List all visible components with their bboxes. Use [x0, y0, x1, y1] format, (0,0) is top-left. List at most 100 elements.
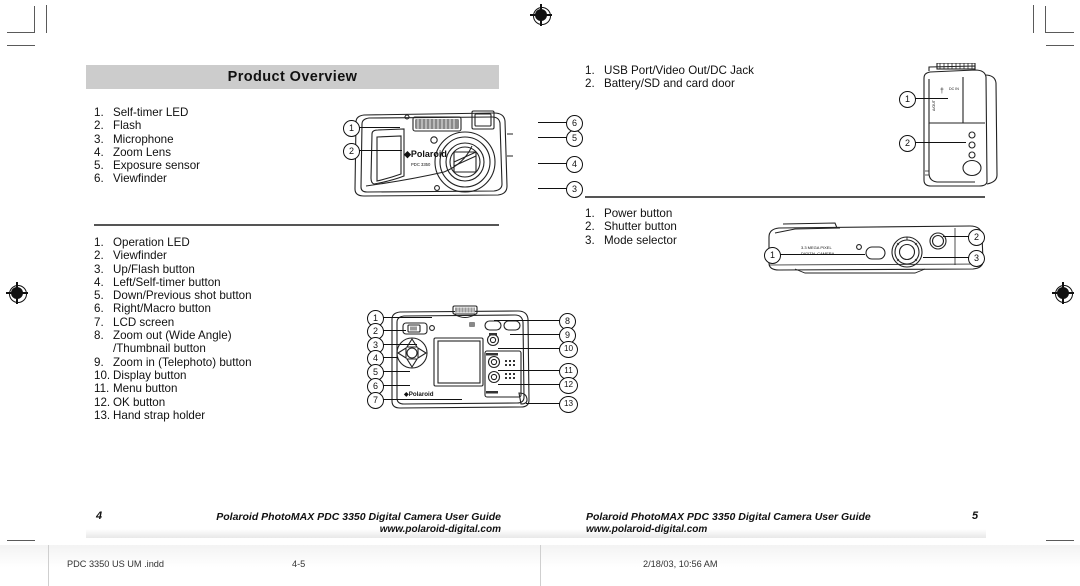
callout-bubble-2: 2	[343, 143, 360, 160]
svg-text:◆Polaroid: ◆Polaroid	[403, 149, 447, 159]
svg-text:3.3 MEGA PIXEL: 3.3 MEGA PIXEL	[801, 245, 832, 250]
caption-item: 1. Self-timer LED	[94, 106, 200, 119]
print-info-bar: PDC 3350 US UM .indd 4-5 2/18/03, 10:56 …	[0, 545, 1080, 586]
caption-item: 2. Battery/SD and card door	[585, 77, 754, 90]
page-number-right: 5	[972, 510, 979, 522]
print-filename: PDC 3350 US UM .indd	[67, 559, 165, 569]
page-title: Product Overview	[227, 69, 358, 85]
page-number-left: 4	[96, 510, 103, 522]
svg-text:◆Polaroid: ◆Polaroid	[403, 391, 434, 398]
caption-label: LCD screen	[113, 315, 175, 329]
caption-item: 2. Flash	[94, 119, 200, 132]
caption-label: Viewfinder	[113, 249, 167, 263]
caption-number: 3.	[585, 233, 595, 247]
caption-item: 1. Operation LED	[94, 236, 252, 249]
front-view-caption-list: 1. Self-timer LED 2. Flash 3. Microphone 4. Zoo…	[94, 106, 200, 186]
callout-bubble-t2: 2	[968, 229, 985, 246]
caption-label: Shutter button	[604, 220, 677, 234]
registration-mark-top	[530, 4, 552, 26]
caption-item: 11. Menu button	[94, 382, 252, 395]
document-spread: Product Overview 1. Self-timer LED 2. Flash…	[0, 0, 1080, 586]
section-divider-right	[585, 196, 985, 198]
caption-number: 2.	[94, 249, 104, 263]
print-spread: 4-5	[292, 559, 306, 569]
caption-item: 12. OK button	[94, 396, 252, 409]
caption-label: Power button	[604, 207, 673, 220]
caption-number: 11.	[94, 382, 110, 396]
caption-number: 6.	[94, 302, 104, 316]
svg-text:DC IN: DC IN	[949, 87, 959, 91]
caption-label: Flash	[113, 119, 142, 133]
caption-number: 6.	[94, 172, 104, 186]
caption-number: 2.	[585, 77, 595, 91]
caption-item: 7. LCD screen	[94, 316, 252, 329]
caption-item: 1. Power button	[585, 207, 677, 220]
caption-item: 4. Zoom Lens	[94, 146, 200, 159]
callout-bubble-4: 4	[566, 156, 583, 173]
caption-item: 1. USB Port/Video Out/DC Jack	[585, 64, 754, 77]
caption-item: 3. Mode selector	[585, 234, 677, 247]
caption-number: 12.	[94, 395, 111, 409]
caption-item: 4. Left/Self-timer button	[94, 276, 252, 289]
caption-label: Microphone	[113, 132, 174, 146]
registration-mark-left	[6, 282, 28, 304]
caption-number: 7.	[94, 315, 104, 329]
caption-number: 13.	[94, 408, 111, 422]
caption-number: 2.	[585, 220, 595, 234]
caption-label: Menu button	[113, 382, 178, 396]
callout-bubble-t3: 3	[968, 250, 985, 267]
callout-bubble-b12: 12	[559, 377, 578, 394]
caption-number: 3.	[94, 262, 104, 276]
caption-label: Operation LED	[113, 236, 190, 249]
caption-item: 6. Right/Macro button	[94, 302, 252, 315]
svg-text:†: †	[940, 88, 944, 95]
caption-item: 2. Shutter button	[585, 220, 677, 233]
caption-label: Right/Macro button	[113, 302, 211, 316]
caption-number: 8.	[94, 329, 104, 343]
caption-item: 9. Zoom in (Telephoto) button	[94, 356, 252, 369]
page-title-bar: Product Overview	[86, 65, 499, 89]
caption-label: Exposure sensor	[113, 159, 200, 173]
callout-bubble-s1: 1	[899, 91, 916, 108]
svg-text:PDC 3350: PDC 3350	[411, 162, 431, 167]
section-divider-left	[94, 224, 499, 226]
top-view-caption-list: 1. Power button 2. Shutter button 3. Mode sel…	[585, 207, 677, 247]
caption-label: USB Port/Video Out/DC Jack	[604, 64, 754, 77]
caption-label: Battery/SD and card door	[604, 77, 735, 91]
footer-url-left: www.polaroid-digital.com	[379, 524, 501, 535]
caption-label: Down/Previous shot button	[113, 289, 252, 303]
caption-item: 2. Viewfinder	[94, 249, 252, 262]
caption-number: 1.	[585, 207, 595, 220]
caption-number: 2.	[94, 119, 104, 133]
print-timestamp: 2/18/03, 10:56 AM	[643, 559, 718, 569]
caption-number: 10.	[94, 368, 111, 382]
caption-label: Zoom in (Telephoto) button	[113, 355, 252, 369]
caption-label: OK button	[113, 395, 166, 409]
caption-label: Hand strap holder	[113, 408, 206, 422]
callout-bubble-b13: 13	[559, 396, 578, 413]
caption-number: 1.	[94, 106, 104, 119]
caption-label: Display button	[113, 368, 187, 382]
camera-top-illustration: 3.3 MEGA PIXEL DIGITAL CAMERA	[765, 219, 987, 275]
caption-label: Zoom Lens	[113, 145, 171, 159]
camera-side-illustration: † DC IN A/OUT	[905, 63, 1015, 188]
callout-bubble-s2: 2	[899, 135, 916, 152]
footer-title-left: Polaroid PhotoMAX PDC 3350 Digital Camer…	[216, 511, 501, 523]
caption-number: 5.	[94, 159, 104, 173]
caption-item: 13. Hand strap holder	[94, 409, 252, 422]
caption-item: 8. Zoom out (Wide Angle)	[94, 329, 252, 342]
camera-front-illustration: ◆Polaroid PDC 3350	[344, 104, 529, 204]
caption-number: 5.	[94, 289, 104, 303]
camera-back-illustration: ◆Polaroid	[386, 305, 536, 413]
callout-bubble-6: 6	[566, 115, 583, 132]
caption-number	[94, 342, 113, 355]
callout-bubble-1: 1	[343, 120, 360, 137]
caption-item: 10. Display button	[94, 369, 252, 382]
caption-label: Self-timer LED	[113, 106, 189, 119]
side-view-caption-list: 1. USB Port/Video Out/DC Jack 2. Battery/SD…	[585, 64, 754, 91]
caption-number: 1.	[585, 64, 595, 77]
caption-number: 4.	[94, 275, 104, 289]
caption-number: 1.	[94, 236, 104, 249]
caption-label: Left/Self-timer button	[113, 275, 221, 289]
callout-bubble-t1: 1	[764, 247, 781, 264]
